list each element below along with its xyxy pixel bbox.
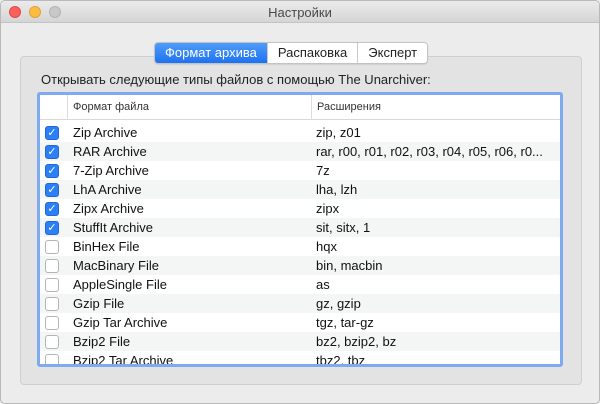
format-name: RAR Archive [73,144,147,159]
format-extensions: 7z [316,163,330,178]
tab-extraction[interactable]: Распаковка [266,43,358,63]
row-checkbox[interactable]: ✓ [45,164,59,178]
format-name: Gzip File [73,296,125,311]
format-name: Bzip2 File [73,334,131,349]
format-extensions: bin, macbin [316,258,383,273]
table-row[interactable]: Bzip2 Tar Archive tbz2, tbz [40,351,560,367]
format-extensions: zip, z01 [316,125,361,140]
table-row[interactable]: ✓ LhA Archive lha, lzh [40,180,560,199]
format-extensions: tbz2, tbz [316,353,366,367]
format-name: BinHex File [73,239,140,254]
row-checkbox[interactable]: ✓ [45,145,59,159]
format-extensions: sit, sitx, 1 [316,220,371,235]
format-extensions: gz, gzip [316,296,361,311]
row-checkbox[interactable] [45,240,59,254]
column-header-format[interactable]: Формат файла [67,95,149,120]
format-name: 7-Zip Archive [73,163,149,178]
column-header-extensions[interactable]: Расширения [311,95,381,120]
format-extensions: as [316,277,330,292]
table-row[interactable]: ✓ 7-Zip Archive 7z [40,161,560,180]
table-row[interactable]: Gzip Tar Archive tgz, tar-gz [40,313,560,332]
table-row[interactable]: Bzip2 File bz2, bzip2, bz [40,332,560,351]
format-extensions: zipx [316,201,340,216]
file-types-table[interactable]: Формат файла Расширения ✓ Zip Archive zi… [37,92,563,367]
table-row[interactable]: ✓ RAR Archive rar, r00, r01, r02, r03, r… [40,142,560,161]
table-body: ✓ Zip Archive zip, z01 ✓ RAR Archive rar… [40,123,560,367]
format-name: Zipx Archive [73,201,144,216]
table-row[interactable]: BinHex File hqx [40,237,560,256]
format-name: Zip Archive [73,125,138,140]
row-checkbox[interactable] [45,278,59,292]
title-bar[interactable]: Настройки [1,1,599,23]
row-checkbox[interactable] [45,354,59,364]
table-row[interactable]: AppleSingle File as [40,275,560,294]
table-row[interactable]: ✓ Zip Archive zip, z01 [40,123,560,142]
format-extensions: bz2, bzip2, bz [316,334,397,349]
table-header: Формат файла Расширения [40,95,560,120]
row-checkbox[interactable] [45,259,59,273]
window-title: Настройки [268,5,332,20]
format-name: Bzip2 Tar Archive [73,353,174,367]
format-name: LhA Archive [73,182,142,197]
row-checkbox[interactable]: ✓ [45,183,59,197]
table-row[interactable]: Gzip File gz, gzip [40,294,560,313]
tab-advanced[interactable]: Эксперт [357,43,428,63]
format-extensions: lha, lzh [316,182,358,197]
format-name: AppleSingle File [73,277,167,292]
format-extensions: tgz, tar-gz [316,315,374,330]
row-checkbox[interactable]: ✓ [45,126,59,140]
table-row[interactable]: ✓ Zipx Archive zipx [40,199,560,218]
format-name: MacBinary File [73,258,159,273]
format-name: Gzip Tar Archive [73,315,168,330]
format-name: StuffIt Archive [73,220,153,235]
row-checkbox[interactable] [45,297,59,311]
row-checkbox[interactable] [45,316,59,330]
table-row[interactable]: ✓ StuffIt Archive sit, sitx, 1 [40,218,560,237]
table-row[interactable]: MacBinary File bin, macbin [40,256,560,275]
file-types-prompt: Открывать следующие типы файлов с помощь… [41,72,431,87]
format-extensions: hqx [316,239,337,254]
row-checkbox[interactable]: ✓ [45,202,59,216]
row-checkbox[interactable] [45,335,59,349]
tab-archive-format[interactable]: Формат архива [155,43,267,63]
preferences-window: Настройки Формат архива Распаковка Экспе… [0,0,600,404]
row-checkbox[interactable]: ✓ [45,221,59,235]
tab-bar: Формат архива Распаковка Эксперт [154,42,429,64]
format-extensions: rar, r00, r01, r02, r03, r04, r05, r06, … [316,144,543,159]
